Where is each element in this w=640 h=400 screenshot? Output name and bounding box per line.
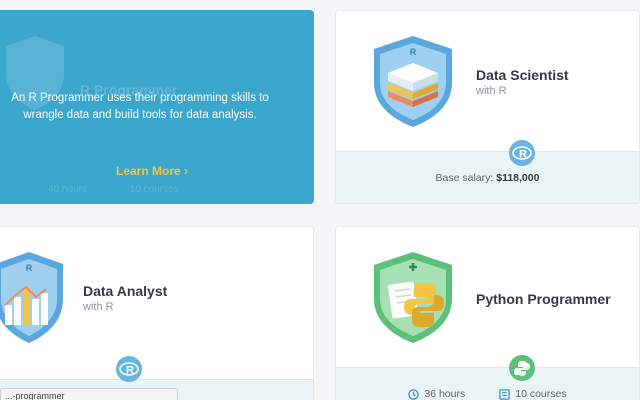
python-programmer-footer: 36 hours 10 courses [336,367,639,400]
data-analyst-badge-icon: R [0,252,63,343]
courses-icon [499,388,510,400]
r-programmer-description: An R Programmer uses their programming s… [11,92,269,121]
hours-stat: 40 hours [48,184,87,195]
salary-label: Base salary: [435,172,494,184]
svg-text:R: R [126,365,134,377]
python-programmer-stats: 36 hours 10 courses [336,388,639,400]
hours-stat: 36 hours [408,388,465,400]
salary-value: $118,000 [496,172,540,184]
chevron-right-icon: › [184,164,189,178]
learn-more-label: Learn More [115,164,181,178]
hours-text: 36 hours [424,388,466,400]
data-scientist-footer: Base salary: $118,000 [336,151,639,203]
python-programmer-card[interactable]: Python Programmer 36 hours 10 courses [335,226,640,400]
python-programmer-badge-icon [374,252,452,343]
courses-stat: 10 courses [129,184,179,195]
data-scientist-badge-icon: R [374,36,452,127]
courses-stat: 10 courses [499,388,567,400]
svg-text:R: R [410,47,417,57]
clock-icon [408,388,420,400]
courses-text: 10 courses [515,388,567,400]
svg-text:R: R [519,149,527,161]
data-scientist-title: Data Scientist [476,67,569,83]
r-logo-icon: R [509,140,535,166]
python-logo-icon [509,355,535,381]
r-logo-icon: R [116,356,142,382]
svg-text:R: R [26,263,33,273]
data-scientist-subtitle: with R [476,85,507,97]
data-analyst-title: Data Analyst [83,283,168,299]
data-analyst-subtitle: with R [83,301,114,313]
r-programmer-stats: 40 hours 10 courses [48,184,219,195]
python-programmer-title: Python Programmer [476,291,611,307]
status-bar-url: ...-programmer [0,388,178,400]
data-analyst-card[interactable]: R Data Analyst with R R [0,226,314,400]
salary-text: Base salary: $118,000 [336,172,639,184]
learn-more-link[interactable]: Learn More › [0,164,314,178]
data-scientist-card[interactable]: R Data Scientist with R Base salary: $11… [335,10,640,204]
r-programmer-card[interactable]: R Programmer An R Programmer uses their … [0,10,314,204]
